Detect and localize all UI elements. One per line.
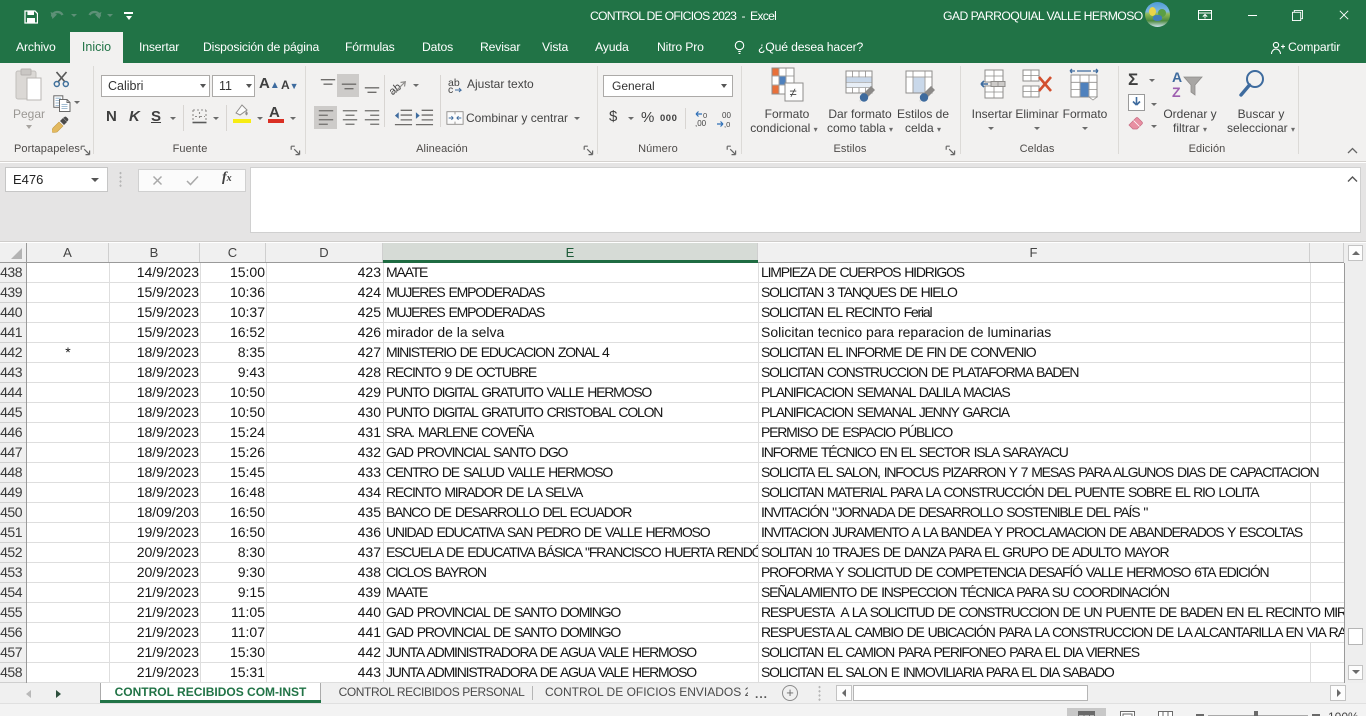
svg-text:Z: Z xyxy=(1172,84,1181,99)
svg-text:A: A xyxy=(1172,69,1182,85)
svg-text:ab: ab xyxy=(388,81,404,97)
svg-text:c: c xyxy=(448,84,453,93)
svg-text:,00: ,00 xyxy=(695,119,707,128)
svg-text:≠: ≠ xyxy=(790,85,797,100)
svg-text:,0: ,0 xyxy=(724,120,730,128)
svg-text:00: 00 xyxy=(722,111,731,120)
